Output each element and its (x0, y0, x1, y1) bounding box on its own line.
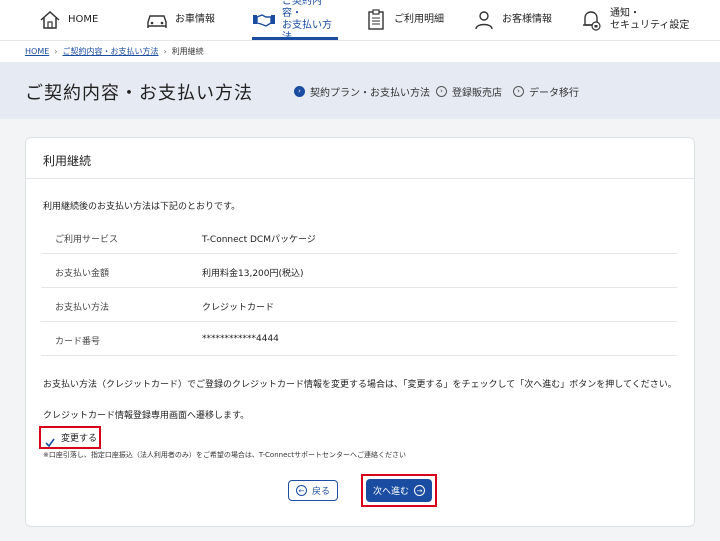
row-value: ************4444 (202, 334, 279, 344)
chevron-right-icon: › (54, 47, 58, 56)
next-button-label: 次へ進む (372, 487, 409, 497)
row-key: お支払い方法 (55, 303, 110, 313)
table-row: お支払い金額 利用料金13,200円(税込) (41, 254, 677, 288)
chevron-right-icon: › (163, 47, 167, 56)
change-checkbox[interactable]: 変更する (39, 426, 101, 449)
nav-home[interactable]: HOME (38, 0, 98, 40)
row-key: ご利用サービス (55, 235, 119, 245)
clipboard-icon (364, 8, 388, 32)
back-button[interactable]: ← 戻る (288, 480, 338, 501)
chevron-right-circle-icon: › (436, 86, 447, 97)
subnav-dealer[interactable]: › 登録販売店 (436, 84, 502, 99)
car-icon (145, 8, 169, 32)
subnav-data-migration[interactable]: › データ移行 (513, 84, 579, 99)
table-row: ご利用サービス T-Connect DCMパッケージ (41, 220, 677, 254)
title-band: ご契約内容・お支払い方法 › 契約プラン・お支払い方法 › 登録販売店 › デー… (0, 62, 720, 119)
row-value: 利用料金13,200円(税込) (202, 269, 304, 279)
next-button-highlight: 次へ進む → (361, 474, 437, 507)
next-button[interactable]: 次へ進む → (366, 479, 432, 502)
subnav-data-migration-label: データ移行 (529, 88, 579, 99)
checkmark-icon (45, 433, 55, 447)
row-key: お支払い金額 (55, 269, 110, 279)
row-value: クレジットカード (202, 303, 275, 313)
intro-text: 利用継続後のお支払い方法は下記のとおりです。 (43, 202, 241, 212)
nav-usage[interactable]: ご利用明細 (364, 0, 444, 40)
arrow-right-circle-icon: → (414, 485, 425, 496)
nav-notification-label: 通知・ セキュリティ設定 (610, 8, 690, 31)
card-header: 利用継続 (26, 138, 694, 179)
nav-contract[interactable]: ご契約内容・ お支払い方法 (252, 0, 338, 43)
user-icon (472, 8, 496, 32)
breadcrumb-contract[interactable]: ご契約内容・お支払い方法 (62, 46, 158, 57)
continue-usage-card: 利用継続 利用継続後のお支払い方法は下記のとおりです。 ご利用サービス T-Co… (25, 137, 695, 527)
subnav-plan-payment-label: 契約プラン・お支払い方法 (310, 88, 430, 99)
breadcrumb-home[interactable]: HOME (25, 47, 49, 56)
payment-alternative-note: ※口座引落し、指定口座振込（法人利用者のみ）をご希望の場合は、T-Connect… (43, 451, 406, 459)
subnav-dealer-label: 登録販売店 (452, 88, 502, 99)
redirect-note: クレジットカード情報登録専用画面へ遷移します。 (43, 411, 250, 421)
card-title: 利用継続 (43, 154, 92, 168)
nav-contract-label: ご契約内容・ お支払い方法 (282, 0, 332, 43)
handshake-icon (252, 8, 276, 32)
table-row: カード番号 ************4444 (41, 322, 677, 356)
nav-home-label: HOME (68, 14, 99, 25)
nav-customer-label: お客様情報 (502, 14, 552, 25)
top-nav: HOME お車情報 ご契約内容・ お支払い方法 ご利用明細 お客様情報 通知・ … (0, 0, 720, 43)
change-checkbox-label: 変更する (61, 434, 98, 444)
chevron-right-circle-icon: › (513, 86, 524, 97)
row-value: T-Connect DCMパッケージ (202, 235, 316, 245)
breadcrumb-current: 利用継続 (171, 47, 204, 56)
nav-usage-label: ご利用明細 (394, 14, 444, 25)
nav-customer[interactable]: お客様情報 (472, 0, 552, 40)
nav-car[interactable]: お車情報 (145, 0, 215, 40)
row-key: カード番号 (55, 337, 101, 347)
breadcrumb: HOME › ご契約内容・お支払い方法 › 利用継続 (0, 40, 720, 62)
chevron-right-circle-icon: › (294, 86, 305, 97)
nav-notification[interactable]: 通知・ セキュリティ設定 (580, 0, 689, 40)
arrow-left-circle-icon: ← (295, 485, 307, 496)
home-icon (38, 8, 62, 32)
back-button-label: 戻る (311, 487, 330, 497)
table-row: お支払い方法 クレジットカード (41, 288, 677, 322)
nav-car-label: お車情報 (175, 14, 215, 25)
change-card-note: お支払い方法（クレジットカード）でご登録のクレジットカード情報を変更する場合は、… (43, 380, 677, 390)
subnav-plan-payment[interactable]: › 契約プラン・お支払い方法 (294, 84, 430, 99)
page-title: ご契約内容・お支払い方法 (25, 83, 253, 104)
contract-table: ご利用サービス T-Connect DCMパッケージ お支払い金額 利用料金13… (41, 220, 677, 356)
bell-lock-icon (580, 8, 604, 32)
